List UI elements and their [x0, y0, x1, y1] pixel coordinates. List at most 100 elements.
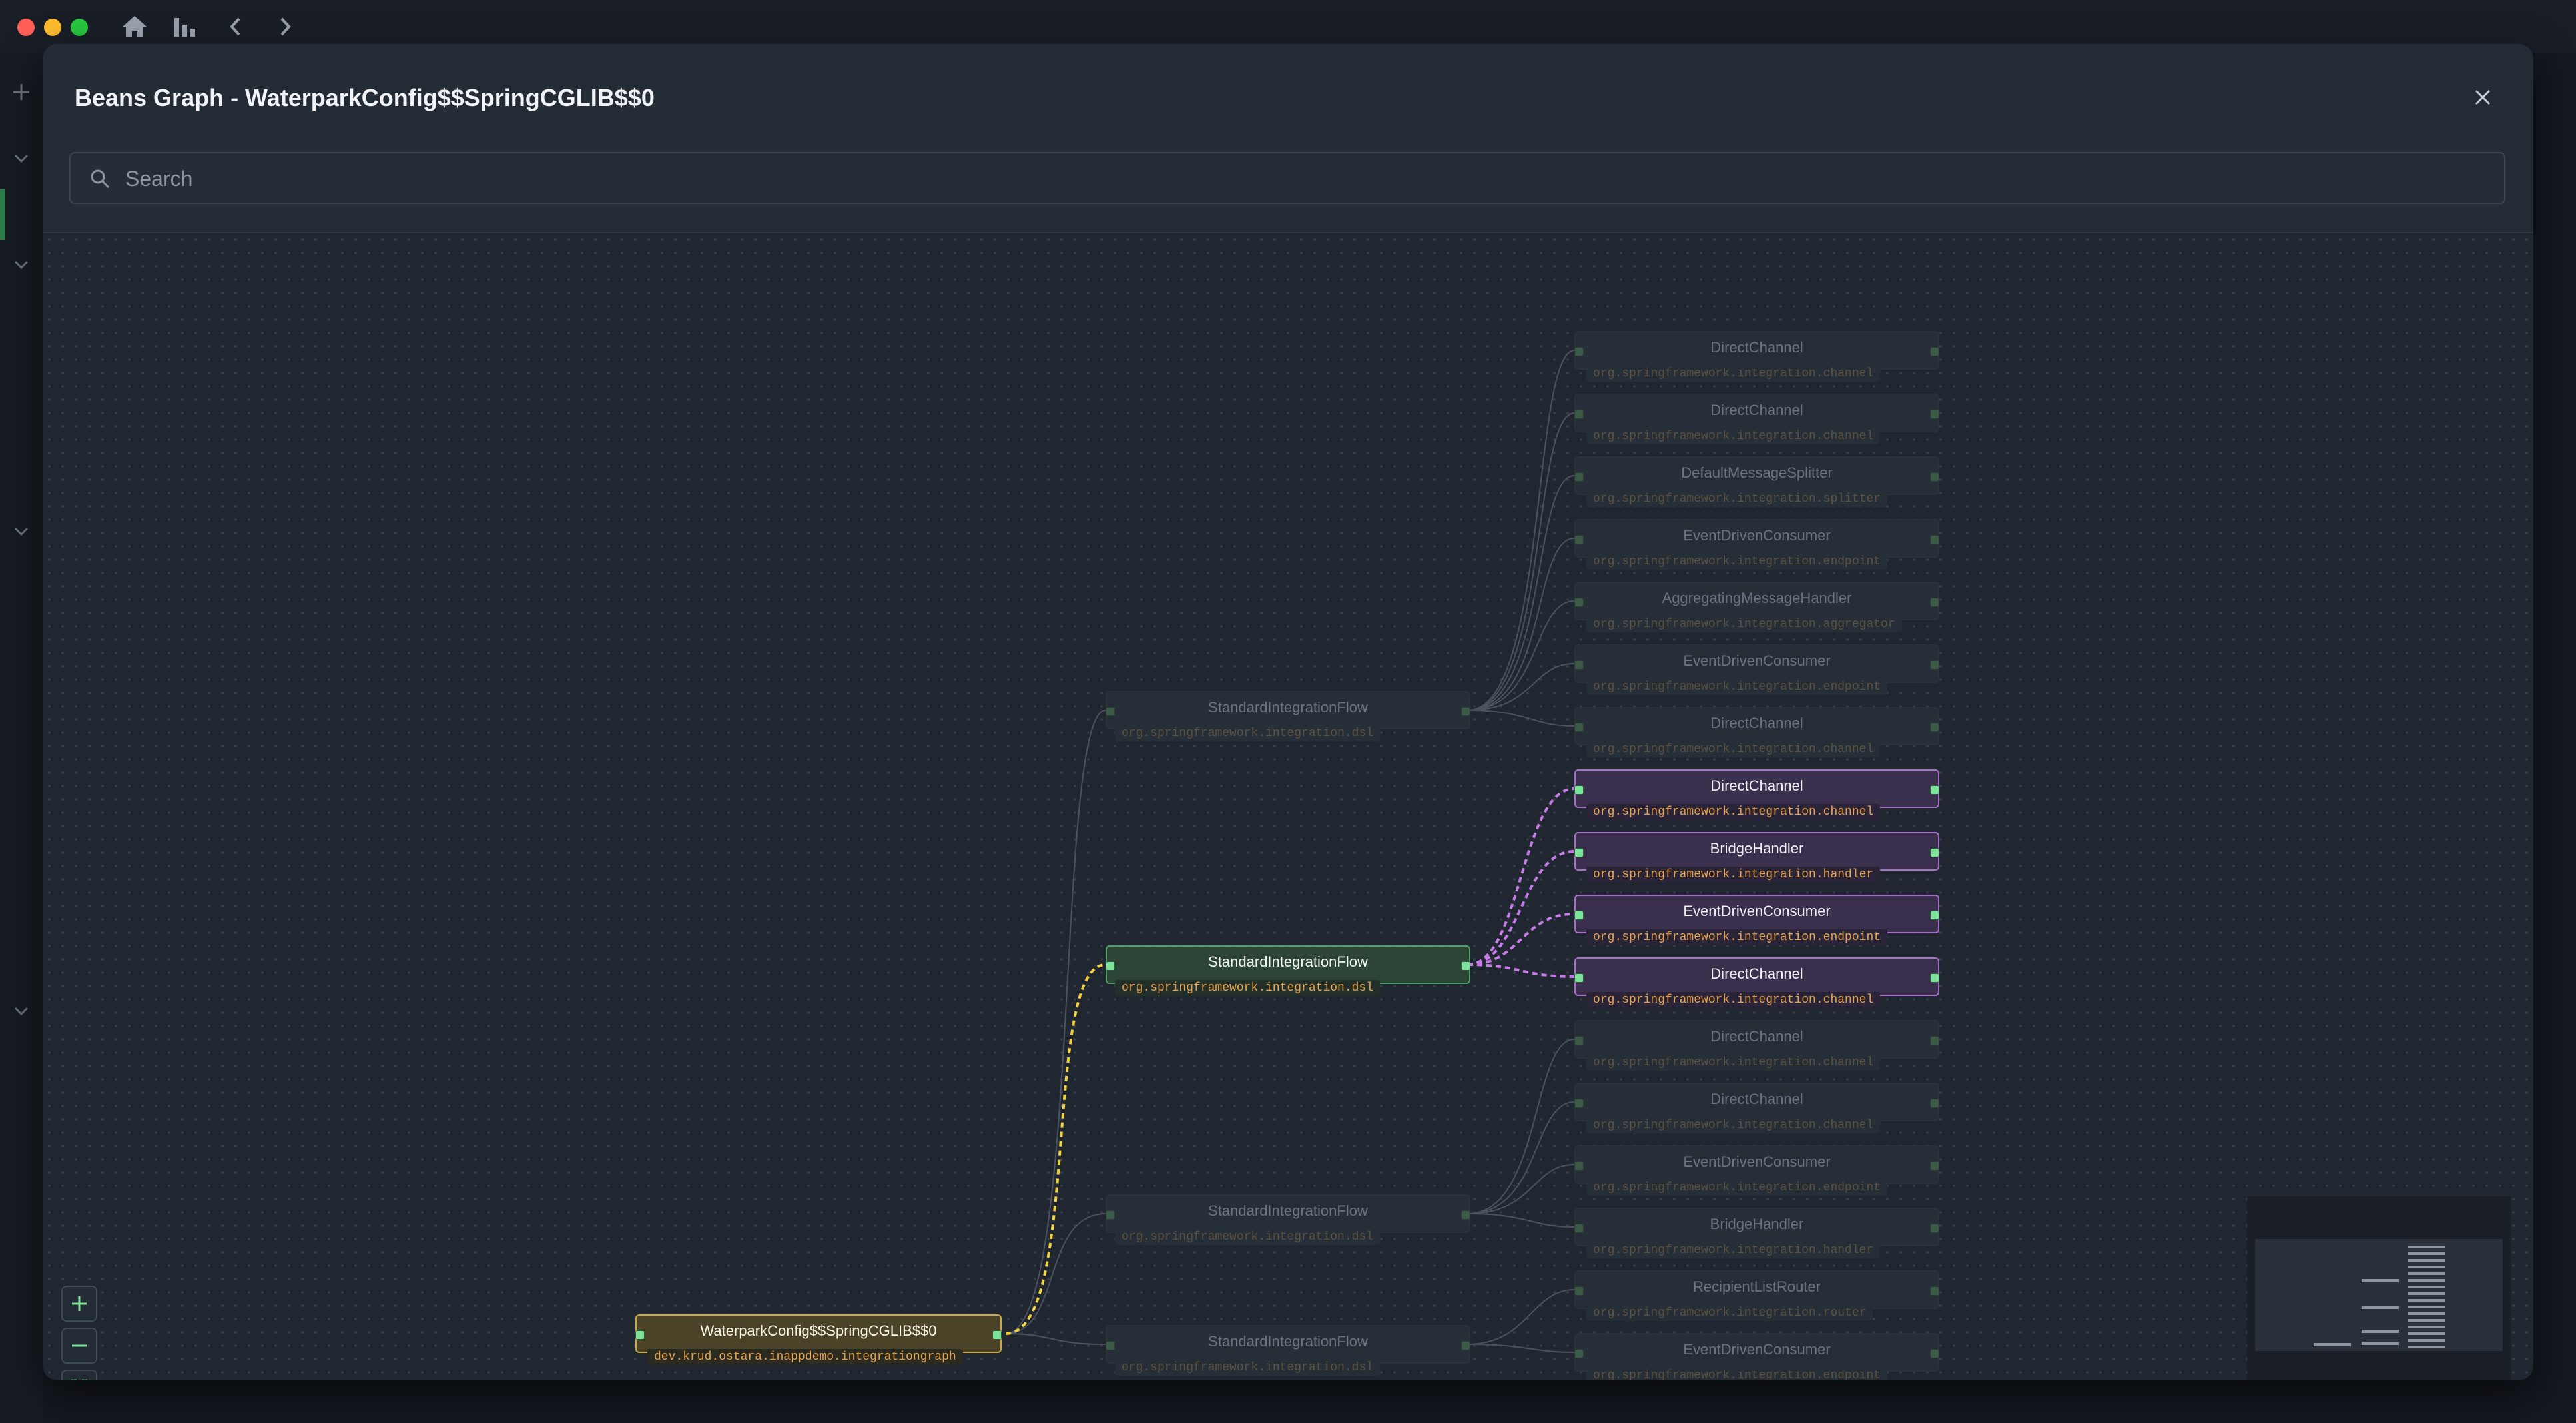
node-output-port[interactable]	[1930, 598, 1939, 607]
graph-node-bean-highlighted[interactable]: DirectChannel org.springframework.integr…	[1574, 957, 1939, 1008]
node-output-port[interactable]	[1930, 410, 1939, 419]
node-output-port[interactable]	[1930, 1099, 1939, 1108]
node-package: org.springframework.integration.channel	[1586, 428, 1881, 444]
node-output-port[interactable]	[1930, 1161, 1939, 1171]
node-package: org.springframework.integration.handler	[1586, 867, 1881, 883]
edge-highlight-child	[1467, 850, 1575, 966]
node-package: org.springframework.integration.splitter	[1586, 491, 1888, 507]
search-field[interactable]	[69, 152, 2505, 204]
window-minimize-button[interactable]	[44, 19, 61, 36]
graph-node-bean[interactable]: BridgeHandler org.springframework.integr…	[1574, 1208, 1939, 1258]
node-output-port[interactable]	[1461, 1341, 1470, 1350]
close-icon[interactable]	[2467, 81, 2499, 113]
window-close-button[interactable]	[17, 19, 35, 36]
node-name: WaterparkConfig$$SpringCGLIB$$0	[700, 1322, 937, 1339]
node-name: StandardIntegrationFlow	[1208, 1202, 1368, 1219]
node-output-port[interactable]	[1930, 973, 1939, 983]
fit-view-button[interactable]	[61, 1370, 97, 1380]
graph-node-flow-selected[interactable]: StandardIntegrationFlow org.springframew…	[1106, 945, 1470, 996]
node-output-port[interactable]	[1930, 785, 1939, 795]
node-output-port[interactable]	[1930, 347, 1939, 356]
zoom-in-button[interactable]	[61, 1286, 97, 1322]
plus-icon	[72, 1296, 87, 1311]
left-sidebar	[0, 53, 43, 1423]
graph-node-bean[interactable]: EventDrivenConsumer org.springframework.…	[1574, 644, 1939, 695]
edge	[1467, 538, 1575, 711]
node-name: EventDrivenConsumer	[1683, 527, 1831, 544]
graph-node-root[interactable]: WaterparkConfig$$SpringCGLIB$$0 dev.krud…	[635, 1314, 1002, 1365]
edge	[1005, 710, 1106, 1334]
graph-node-bean-highlighted[interactable]: DirectChannel org.springframework.integr…	[1574, 769, 1939, 820]
node-package: dev.krud.ostara.inappdemo.integrationgra…	[647, 1349, 963, 1365]
minimap[interactable]	[2247, 1196, 2511, 1380]
graph-node-bean[interactable]: EventDrivenConsumer org.springframework.…	[1574, 1145, 1939, 1196]
node-output-port[interactable]	[1461, 961, 1470, 971]
graph-node-bean[interactable]: EventDrivenConsumer org.springframework.…	[1574, 1333, 1939, 1380]
node-output-port[interactable]	[1930, 1286, 1939, 1296]
node-output-port[interactable]	[992, 1330, 1002, 1340]
edge	[1467, 350, 1575, 711]
node-output-port[interactable]	[1930, 1349, 1939, 1358]
node-name: RecipientListRouter	[1693, 1278, 1821, 1295]
fit-view-icon	[71, 1379, 88, 1380]
node-package: org.springframework.integration.channel	[1586, 804, 1881, 820]
edge	[1467, 475, 1575, 711]
window-zoom-button[interactable]	[71, 19, 88, 36]
node-package: org.springframework.integration.channel	[1586, 1055, 1881, 1071]
edge	[1467, 1164, 1575, 1214]
node-output-port[interactable]	[1930, 472, 1939, 482]
node-output-port[interactable]	[1930, 848, 1939, 857]
graph-node-flow[interactable]: StandardIntegrationFlow org.springframew…	[1106, 691, 1470, 741]
sidebar-active-indicator	[0, 189, 5, 240]
graph-node-bean-highlighted[interactable]: BridgeHandler org.springframework.integr…	[1574, 832, 1939, 883]
edge	[1467, 1039, 1575, 1214]
chevron-down-icon[interactable]	[9, 999, 33, 1023]
graph-node-bean-highlighted[interactable]: EventDrivenConsumer org.springframework.…	[1574, 895, 1939, 945]
node-output-port[interactable]	[1930, 535, 1939, 544]
graph-node-bean[interactable]: EventDrivenConsumer org.springframework.…	[1574, 519, 1939, 570]
node-package: org.springframework.integration.aggregat…	[1586, 616, 1902, 632]
node-name: StandardIntegrationFlow	[1208, 699, 1368, 715]
graph-node-bean[interactable]: DefaultMessageSplitter org.springframewo…	[1574, 456, 1939, 507]
add-icon[interactable]	[9, 80, 33, 104]
node-output-port[interactable]	[1461, 707, 1470, 716]
node-name: BridgeHandler	[1710, 840, 1804, 857]
dialog-title: Beans Graph - WaterparkConfig$$SpringCGL…	[75, 84, 655, 111]
node-output-port[interactable]	[1930, 1036, 1939, 1045]
search-input[interactable]	[124, 153, 2497, 204]
node-name: EventDrivenConsumer	[1683, 1341, 1831, 1358]
graph-node-flow[interactable]: StandardIntegrationFlow org.springframew…	[1106, 1325, 1470, 1376]
chevron-down-icon[interactable]	[9, 253, 33, 277]
graph-node-flow[interactable]: StandardIntegrationFlow org.springframew…	[1106, 1194, 1470, 1245]
node-name: DirectChannel	[1710, 1028, 1803, 1045]
graph-canvas[interactable]: WaterparkConfig$$SpringCGLIB$$0 dev.krud…	[43, 232, 2533, 1380]
graph-node-bean[interactable]: DirectChannel org.springframework.integr…	[1574, 1020, 1939, 1071]
chevron-down-icon[interactable]	[9, 147, 33, 171]
graph-node-bean[interactable]: DirectChannel org.springframework.integr…	[1574, 1083, 1939, 1133]
graph-node-bean[interactable]: AggregatingMessageHandler org.springfram…	[1574, 582, 1939, 632]
node-output-port[interactable]	[1461, 1210, 1470, 1220]
node-package: org.springframework.integration.endpoint	[1586, 679, 1888, 695]
zoom-out-button[interactable]	[61, 1328, 97, 1364]
node-output-port[interactable]	[1930, 1224, 1939, 1233]
graph-node-bean[interactable]: DirectChannel org.springframework.integr…	[1574, 394, 1939, 444]
node-output-port[interactable]	[1930, 911, 1939, 920]
home-icon[interactable]	[116, 11, 153, 43]
node-name: StandardIntegrationFlow	[1208, 1333, 1368, 1350]
bar-chart-icon[interactable]	[166, 11, 204, 43]
chevron-right-icon[interactable]	[266, 11, 304, 43]
graph-node-bean[interactable]: DirectChannel org.springframework.integr…	[1574, 331, 1939, 382]
edge	[1467, 663, 1575, 711]
graph-node-bean[interactable]: DirectChannel org.springframework.integr…	[1574, 707, 1939, 757]
chevron-down-icon[interactable]	[9, 520, 33, 544]
chevron-left-icon[interactable]	[217, 11, 254, 43]
graph-node-bean[interactable]: RecipientListRouter org.springframework.…	[1574, 1270, 1939, 1321]
edge-highlight-child	[1467, 913, 1575, 966]
node-output-port[interactable]	[1930, 723, 1939, 732]
node-package: org.springframework.integration.router	[1586, 1305, 1873, 1321]
minus-icon	[72, 1344, 87, 1347]
node-name: EventDrivenConsumer	[1683, 652, 1831, 669]
node-package: org.springframework.integration.endpoint	[1586, 929, 1888, 945]
node-output-port[interactable]	[1930, 660, 1939, 670]
node-name: StandardIntegrationFlow	[1208, 953, 1368, 970]
